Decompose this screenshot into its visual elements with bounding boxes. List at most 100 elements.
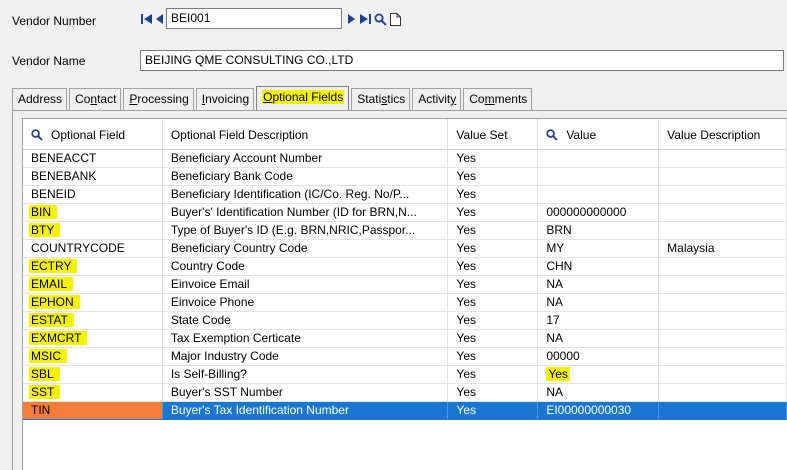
cell-field[interactable]: MSIC — [23, 348, 163, 365]
last-record-icon[interactable] — [359, 11, 371, 27]
cell-field[interactable]: ESTAT — [23, 312, 163, 329]
cell-value-description[interactable] — [659, 150, 787, 167]
cell-value[interactable]: CHN — [538, 258, 660, 275]
cell-value-set[interactable]: Yes — [448, 204, 539, 221]
tab-processing[interactable]: Processing — [123, 88, 194, 110]
cell-field[interactable]: EPHON — [23, 294, 163, 311]
next-record-icon[interactable] — [347, 11, 356, 27]
cell-value-description[interactable] — [659, 384, 787, 401]
cell-field[interactable]: SBL — [23, 366, 163, 383]
cell-description[interactable]: State Code — [163, 312, 449, 329]
cell-description[interactable]: Beneficiary Country Code — [163, 240, 449, 257]
cell-field[interactable]: EMAIL — [23, 276, 163, 293]
cell-value-description[interactable] — [659, 258, 787, 275]
cell-field[interactable]: BTY — [23, 222, 163, 239]
new-record-icon[interactable] — [389, 11, 401, 27]
cell-field[interactable]: EXMCRT — [23, 330, 163, 347]
table-row[interactable]: BIN Buyer's' Identification Number (ID fo… — [23, 204, 787, 222]
cell-value[interactable]: NA — [538, 294, 660, 311]
cell-value-description[interactable] — [659, 204, 787, 221]
cell-description[interactable]: Country Code — [163, 258, 449, 275]
table-row[interactable]: SST Buyer's SST Number Yes NA — [23, 384, 787, 402]
cell-value-set[interactable]: Yes — [448, 276, 539, 293]
tab-optional-fields[interactable]: Optional Fields — [256, 86, 350, 110]
cell-value[interactable]: 00000 — [538, 348, 660, 365]
column-header-value[interactable]: Value — [538, 119, 660, 150]
table-row[interactable]: EXMCRT Tax Exemption Certicate Yes NA — [23, 330, 787, 348]
cell-value-set[interactable]: Yes — [448, 240, 539, 257]
tab-address[interactable]: Address — [12, 88, 68, 110]
cell-field[interactable]: BENEID — [23, 186, 163, 203]
cell-field[interactable]: TIN — [23, 402, 163, 419]
cell-field[interactable]: ECTRY — [23, 258, 163, 275]
cell-value[interactable] — [538, 150, 660, 167]
cell-value[interactable]: Yes — [538, 366, 660, 383]
cell-value-set[interactable]: Yes — [448, 258, 539, 275]
cell-value-set[interactable]: Yes — [448, 294, 539, 311]
cell-value[interactable]: BRN — [538, 222, 660, 239]
cell-value-set[interactable]: Yes — [448, 186, 539, 203]
cell-value-description[interactable]: Malaysia — [659, 240, 787, 257]
cell-description[interactable]: Tax Exemption Certicate — [163, 330, 449, 347]
table-row[interactable]: MSIC Major Industry Code Yes 00000 — [23, 348, 787, 366]
cell-value-set[interactable]: Yes — [448, 168, 539, 185]
cell-value-set[interactable]: Yes — [448, 402, 539, 419]
cell-description[interactable]: Einvoice Phone — [163, 294, 449, 311]
optional-fields-grid[interactable]: Optional Field Optional Field Descriptio… — [22, 118, 787, 470]
cell-field[interactable]: BENEACCT — [23, 150, 163, 167]
column-header-value-description[interactable]: Value Description — [659, 119, 787, 150]
tab-statistics[interactable]: Statistics — [351, 88, 411, 110]
cell-value[interactable]: NA — [538, 384, 660, 401]
cell-value-set[interactable]: Yes — [448, 312, 539, 329]
table-row[interactable]: ESTAT State Code Yes 17 — [23, 312, 787, 330]
cell-value-description[interactable] — [659, 222, 787, 239]
cell-value-set[interactable]: Yes — [448, 222, 539, 239]
table-row[interactable]: BENEACCT Beneficiary Account Number Yes — [23, 150, 787, 168]
column-header-value-set[interactable]: Value Set — [448, 119, 539, 150]
cell-value[interactable]: NA — [538, 330, 660, 347]
cell-value-description[interactable] — [659, 312, 787, 329]
table-row[interactable]: TIN Buyer's Tax Identification Number Yes E… — [23, 402, 787, 420]
table-row[interactable]: BTY Type of Buyer's ID (E.g. BRN,NRIC,Pas… — [23, 222, 787, 240]
cell-value-description[interactable] — [659, 294, 787, 311]
cell-description[interactable]: Buyer's' Identification Number (ID for B… — [163, 204, 449, 221]
table-row[interactable]: SBL Is Self-Billing? Yes Yes — [23, 366, 787, 384]
cell-field[interactable]: BIN — [23, 204, 163, 221]
cell-description[interactable]: Is Self-Billing? — [163, 366, 449, 383]
cell-value[interactable]: EI00000000030 — [538, 402, 660, 419]
column-header-optional-field[interactable]: Optional Field — [23, 119, 163, 150]
cell-description[interactable]: Type of Buyer's ID (E.g. BRN,NRIC,Passpo… — [163, 222, 449, 239]
cell-value[interactable]: 000000000000 — [538, 204, 660, 221]
cell-value-description[interactable] — [659, 402, 787, 419]
first-record-icon[interactable] — [140, 11, 152, 27]
tab-activity[interactable]: Activity — [412, 88, 462, 110]
cell-value-description[interactable] — [659, 366, 787, 383]
cell-value-set[interactable]: Yes — [448, 330, 539, 347]
cell-value[interactable] — [538, 186, 660, 203]
cell-value[interactable]: NA — [538, 276, 660, 293]
column-header-description[interactable]: Optional Field Description — [163, 119, 449, 150]
cell-description[interactable]: Buyer's Tax Identification Number — [163, 402, 449, 419]
table-row[interactable]: BENEBANK Beneficiary Bank Code Yes — [23, 168, 787, 186]
cell-description[interactable]: Beneficiary Identification (IC/Co. Reg. … — [163, 186, 449, 203]
cell-value-description[interactable] — [659, 168, 787, 185]
tab-invoicing[interactable]: Invoicing — [195, 88, 255, 110]
table-row[interactable]: ECTRY Country Code Yes CHN — [23, 258, 787, 276]
cell-description[interactable]: Beneficiary Account Number — [163, 150, 449, 167]
table-row[interactable]: COUNTRYCODE Beneficiary Country Code Yes MY… — [23, 240, 787, 258]
tab-comments[interactable]: Comments — [463, 88, 533, 110]
tab-contact[interactable]: Contact — [69, 88, 122, 110]
cell-value-set[interactable]: Yes — [448, 150, 539, 167]
cell-value-set[interactable]: Yes — [448, 348, 539, 365]
cell-value-description[interactable] — [659, 330, 787, 347]
previous-record-icon[interactable] — [154, 11, 164, 27]
table-row[interactable]: EMAIL Einvoice Email Yes NA — [23, 276, 787, 294]
table-row[interactable]: EPHON Einvoice Phone Yes NA — [23, 294, 787, 312]
table-row[interactable]: BENEID Beneficiary Identification (IC/Co.… — [23, 186, 787, 204]
cell-value[interactable] — [538, 168, 660, 185]
finder-icon[interactable] — [373, 11, 387, 27]
cell-value[interactable]: 17 — [538, 312, 660, 329]
vendor-name-input[interactable]: BEIJING QME CONSULTING CO.,LTD — [140, 50, 784, 71]
cell-value[interactable]: MY — [538, 240, 660, 257]
search-icon[interactable] — [31, 128, 43, 141]
